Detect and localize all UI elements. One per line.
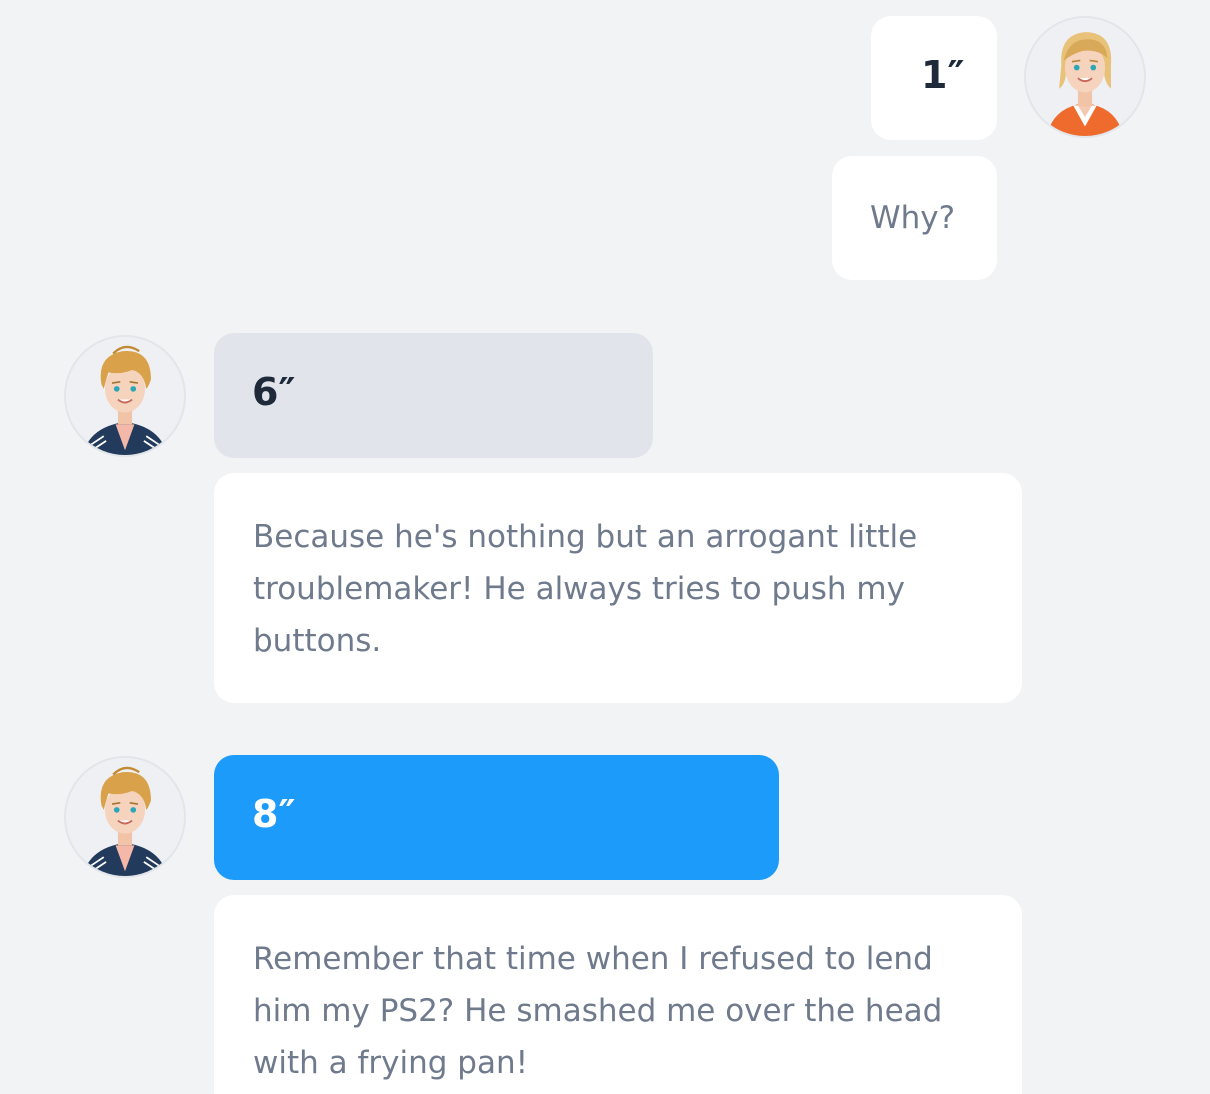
chat-thread: 1″ Why? 6″ Because he's nothing but an a…	[0, 0, 1210, 1094]
message-bubble[interactable]: Remember that time when I refused to len…	[214, 895, 1022, 1094]
message-text: Remember that time when I refused to len…	[253, 941, 943, 1081]
male-blonde-avatar-icon[interactable]	[64, 335, 186, 457]
message-bubble[interactable]: Because he's nothing but an arrogant lit…	[214, 473, 1022, 703]
duration-bubble[interactable]: 1″	[871, 16, 997, 140]
male-blonde-avatar-icon[interactable]	[64, 756, 186, 878]
duration-bubble-active[interactable]: 8″	[214, 755, 779, 880]
duration-label: 1″	[921, 53, 965, 97]
duration-label: 8″	[252, 792, 296, 836]
message-bubble[interactable]: Why?	[832, 156, 997, 280]
female-blonde-avatar-icon[interactable]	[1024, 16, 1146, 138]
message-text: Because he's nothing but an arrogant lit…	[253, 519, 918, 659]
message-text: Why?	[870, 200, 956, 236]
duration-bubble[interactable]: 6″	[214, 333, 653, 458]
duration-label: 6″	[252, 370, 296, 414]
